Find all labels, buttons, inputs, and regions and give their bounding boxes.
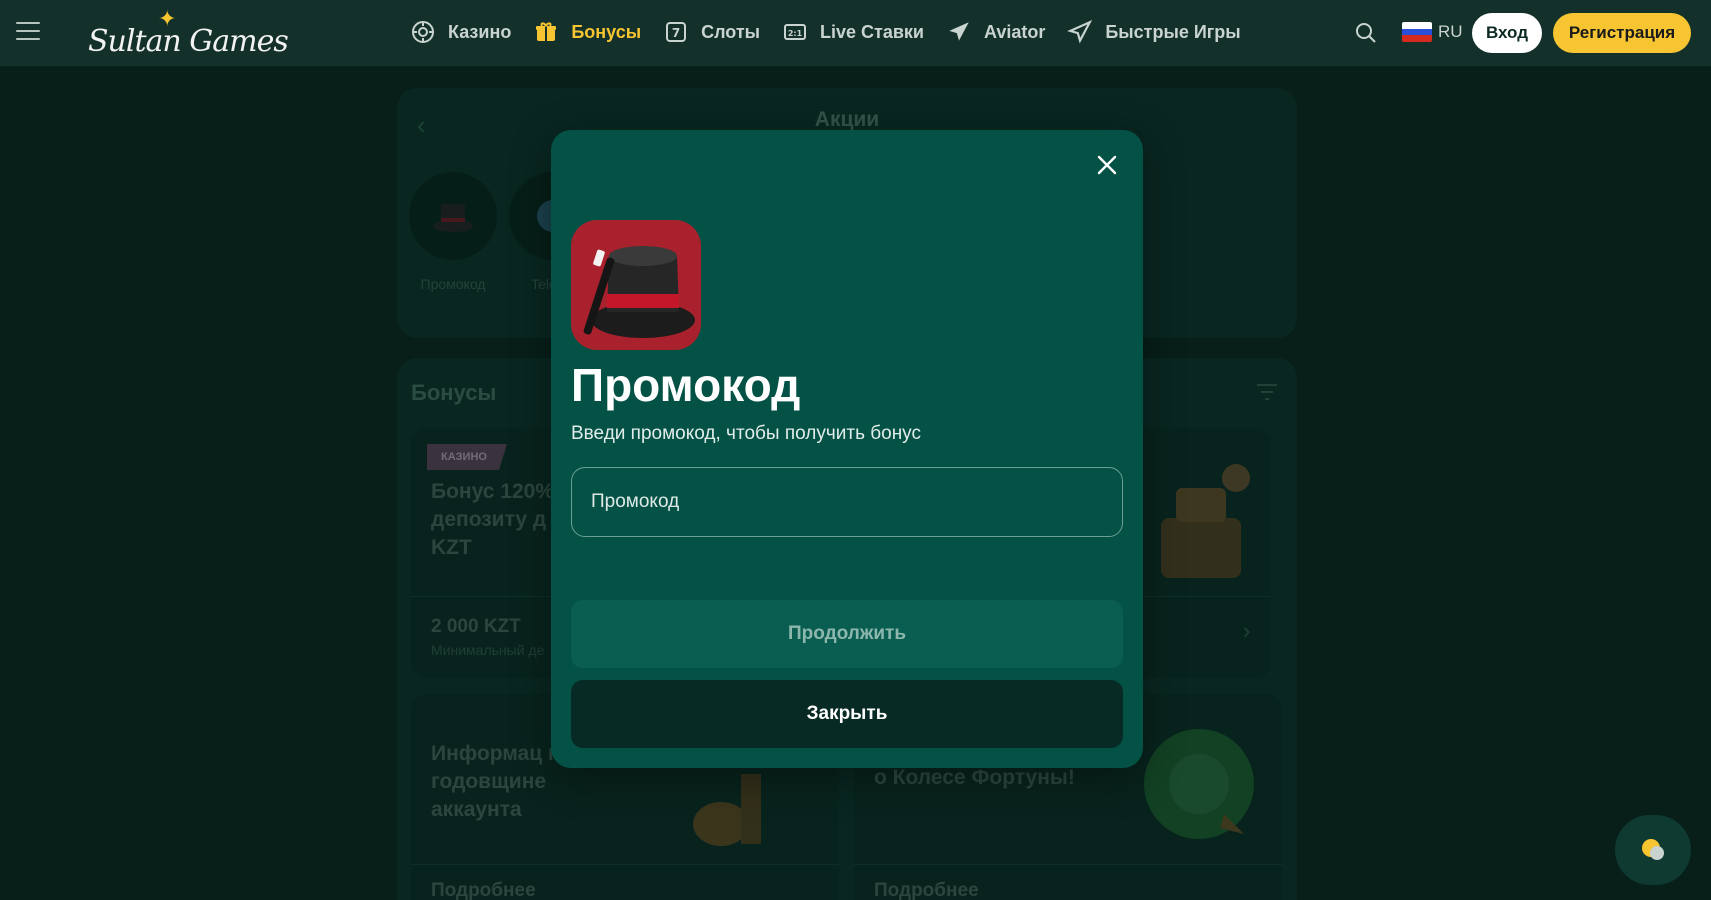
nav-item-fast-games[interactable]: Быстрые Игры bbox=[1067, 19, 1241, 45]
plane-icon bbox=[946, 19, 972, 45]
nav-label: Казино bbox=[448, 21, 512, 42]
chat-button[interactable] bbox=[1615, 815, 1691, 885]
slot-icon: 7 bbox=[663, 19, 689, 45]
nav-label: Бонусы bbox=[571, 21, 642, 42]
nav-item-casino[interactable]: Казино bbox=[410, 19, 511, 45]
casino-chip-icon bbox=[410, 19, 436, 45]
gift-icon bbox=[533, 19, 559, 45]
rocket-plane-icon bbox=[1067, 19, 1093, 45]
svg-text:7: 7 bbox=[672, 26, 680, 40]
logo[interactable]: ✦ Sultan Games bbox=[86, 6, 289, 62]
modal-title: Промокод bbox=[571, 359, 801, 411]
nav-label: Быстрые Игры bbox=[1105, 21, 1241, 42]
register-button[interactable]: Регистрация bbox=[1553, 13, 1691, 53]
svg-text:2:1: 2:1 bbox=[788, 29, 803, 38]
magic-hat-icon bbox=[571, 220, 701, 350]
main-nav: Казино Бонусы 7 Слоты 2:1 Live Ставки Av… bbox=[410, 0, 1263, 64]
search-icon[interactable] bbox=[1354, 21, 1378, 45]
nav-label: Live Ставки bbox=[820, 21, 924, 42]
nav-item-live[interactable]: 2:1 Live Ставки bbox=[782, 19, 924, 45]
chat-bubble-icon bbox=[1642, 839, 1664, 860]
language-selector[interactable]: RU bbox=[1402, 22, 1463, 42]
login-button[interactable]: Вход bbox=[1472, 13, 1542, 53]
nav-item-slots[interactable]: 7 Слоты bbox=[663, 19, 760, 45]
close-icon[interactable] bbox=[1092, 150, 1122, 180]
nav-item-bonuses[interactable]: Бонусы bbox=[533, 19, 641, 45]
promo-code-input[interactable] bbox=[571, 467, 1123, 537]
continue-button[interactable]: Продолжить bbox=[571, 600, 1123, 668]
nav-item-aviator[interactable]: Aviator bbox=[946, 19, 1045, 45]
russia-flag-icon bbox=[1402, 22, 1432, 42]
menu-icon[interactable] bbox=[16, 22, 40, 42]
modal-subtitle: Введи промокод, чтобы получить бонус bbox=[571, 423, 921, 444]
language-code: RU bbox=[1438, 22, 1463, 41]
live-bet-icon: 2:1 bbox=[782, 19, 808, 45]
nav-label: Слоты bbox=[701, 21, 761, 42]
close-button[interactable]: Закрыть bbox=[571, 680, 1123, 748]
top-header: ✦ Sultan Games Казино Бонусы 7 Слоты 2:1 bbox=[0, 0, 1711, 67]
logo-text: Sultan Games bbox=[88, 24, 289, 59]
promo-code-modal: Промокод Введи промокод, чтобы получить … bbox=[551, 130, 1143, 768]
nav-label: Aviator bbox=[984, 21, 1046, 42]
